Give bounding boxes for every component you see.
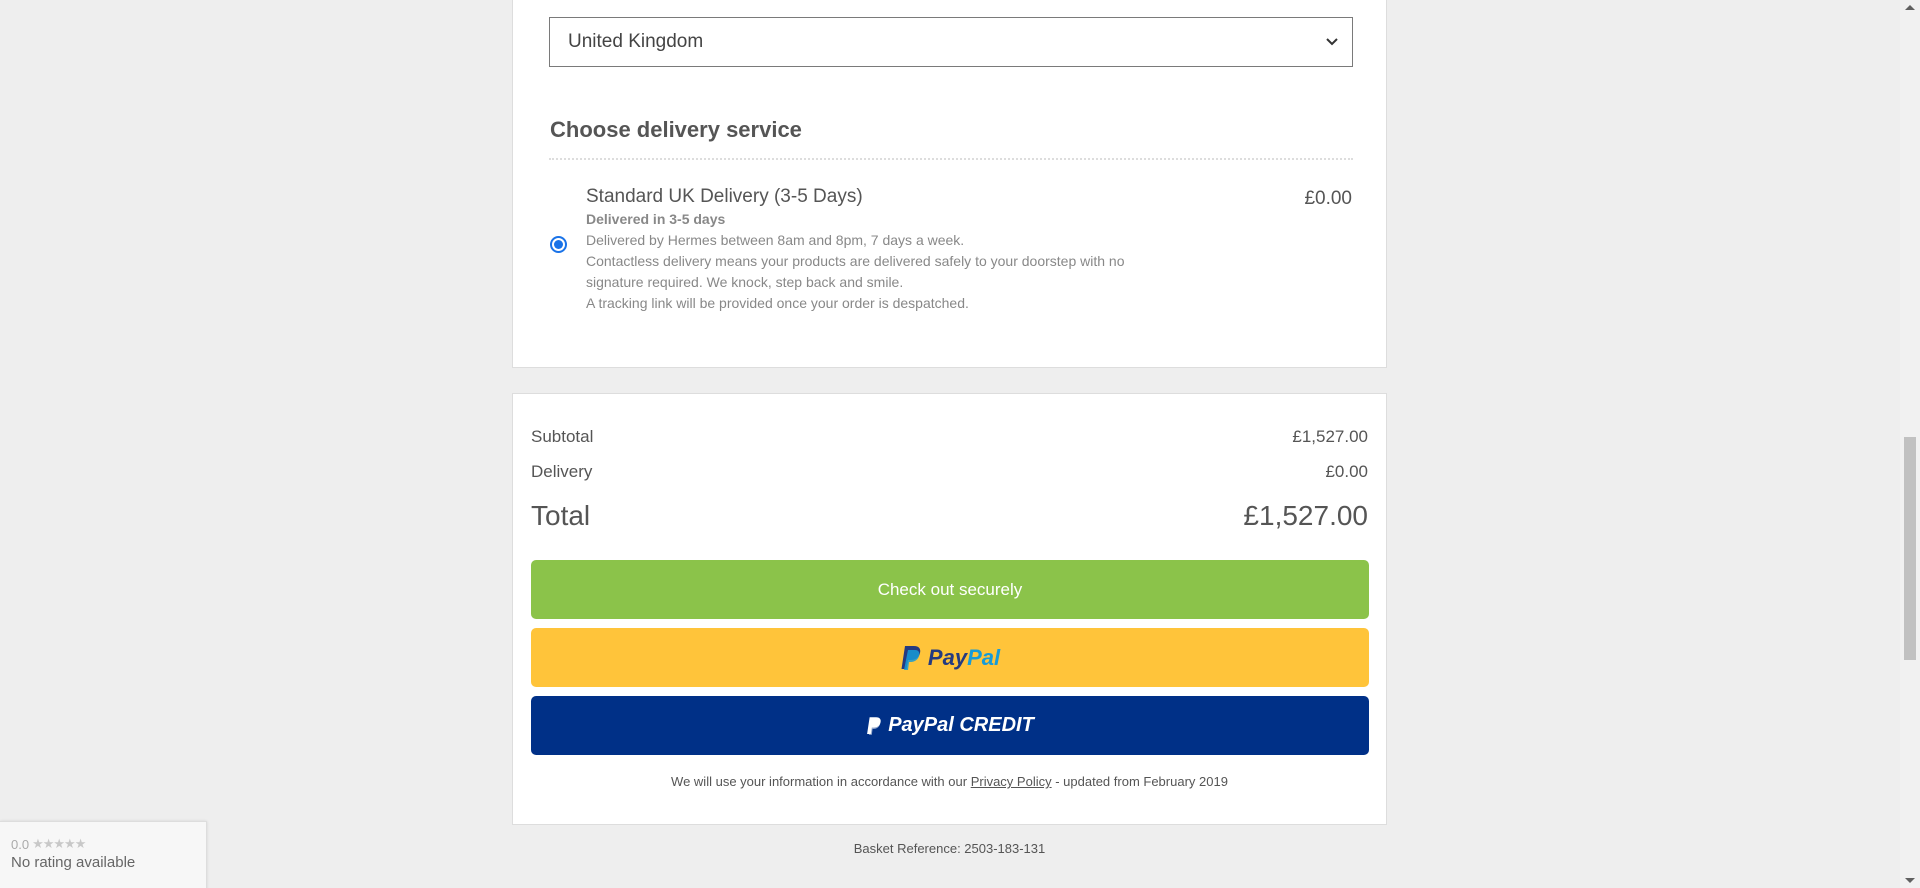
paypal-wordmark-pay: Pay	[927, 644, 968, 670]
total-row: Total £1,527.00	[531, 500, 1368, 532]
paypal-icon	[901, 645, 921, 670]
scroll-down-icon[interactable]	[1905, 878, 1915, 883]
scroll-up-icon[interactable]	[1905, 5, 1915, 10]
subtotal-row: Subtotal £1,527.00	[531, 427, 1368, 447]
basket-reference: Basket Reference: 2503-183-131	[853, 841, 1046, 856]
vertical-scrollbar[interactable]	[1900, 0, 1920, 888]
delivery-option-detail: Contactless delivery means your products…	[586, 253, 1125, 269]
delivery-section-title: Choose delivery service	[550, 117, 802, 142]
delivery-option-price: £0.00	[1304, 188, 1352, 209]
country-select[interactable]: United Kingdom	[549, 17, 1353, 67]
privacy-prefix: We will use your information in accordan…	[671, 774, 968, 789]
delivery-row: Delivery £0.00	[531, 462, 1368, 482]
checkout-button-label: Check out securely	[877, 579, 1023, 599]
divider	[549, 158, 1353, 160]
delivery-option-detail: A tracking link will be provided once yo…	[586, 295, 969, 311]
privacy-suffix: - updated from February 2019	[1055, 774, 1228, 789]
subtotal-value: £1,527.00	[1292, 427, 1368, 446]
privacy-notice: We will use your information in accordan…	[513, 774, 1386, 789]
privacy-policy-link[interactable]: Privacy Policy	[971, 774, 1052, 789]
order-summary-card: Subtotal £1,527.00 Delivery £0.00 Total …	[512, 393, 1387, 825]
delivery-card: United Kingdom Choose delivery service S…	[512, 0, 1387, 368]
delivery-label: Delivery	[531, 462, 593, 481]
paypal-logo: PayPal	[900, 645, 1000, 671]
checkout-button[interactable]: Check out securely	[531, 560, 1369, 619]
paypal-credit-button[interactable]: PayPal CREDIT	[531, 696, 1369, 755]
paypal-wordmark-pal: Pal	[967, 644, 1001, 670]
delivery-option-name[interactable]: Standard UK Delivery (3-5 Days)	[586, 186, 863, 208]
scrollbar-thumb[interactable]	[1904, 437, 1916, 660]
country-select-value: United Kingdom	[568, 31, 704, 52]
paypal-credit-label: PayPal CREDIT	[888, 714, 1034, 736]
paypal-icon	[867, 716, 881, 735]
subtotal-label: Subtotal	[531, 427, 594, 446]
rating-text: No rating available	[11, 854, 136, 871]
star-rating-icon: ★★★★★	[32, 836, 86, 851]
delivery-value: £0.00	[1325, 462, 1368, 481]
chevron-down-icon	[1326, 38, 1338, 46]
delivery-option-detail: signature required. We knock, step back …	[586, 274, 904, 290]
paypal-credit-logo: PayPal CREDIT	[866, 714, 1034, 737]
rating-widget[interactable]: 0.0 ★★★★★ No rating available	[0, 821, 207, 888]
rating-score: 0.0	[11, 836, 30, 852]
total-label: Total	[531, 500, 591, 531]
delivery-option-radio[interactable]	[550, 236, 567, 253]
delivery-option-detail: Delivered by Hermes between 8am and 8pm,…	[586, 232, 965, 248]
paypal-button[interactable]: PayPal	[531, 628, 1369, 687]
delivery-option-subtitle: Delivered in 3-5 days	[586, 211, 726, 227]
total-value: £1,527.00	[1243, 500, 1368, 531]
